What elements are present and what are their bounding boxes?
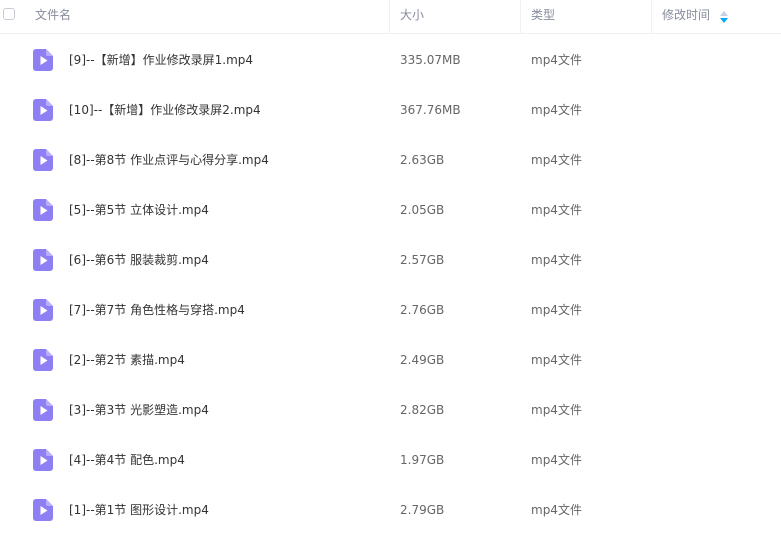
file-type: mp4文件	[531, 103, 582, 117]
file-type: mp4文件	[531, 353, 582, 367]
video-file-icon	[33, 449, 53, 471]
file-size: 2.76GB	[400, 303, 445, 317]
file-name[interactable]: [8]--第8节 作业点评与心得分享.mp4	[69, 135, 269, 185]
file-name[interactable]: [1]--第1节 图形设计.mp4	[69, 485, 209, 535]
file-row[interactable]: [3]--第3节 光影塑造.mp4 2.82GB mp4文件	[0, 385, 781, 435]
column-header-modified[interactable]: 修改时间	[662, 0, 710, 34]
sort-icon[interactable]	[720, 11, 728, 23]
file-size: 2.79GB	[400, 503, 445, 517]
file-type: mp4文件	[531, 153, 582, 167]
file-row[interactable]: [1]--第1节 图形设计.mp4 2.79GB mp4文件	[0, 485, 781, 535]
file-size: 367.76MB	[400, 103, 461, 117]
file-row[interactable]: [8]--第8节 作业点评与心得分享.mp4 2.63GB mp4文件	[0, 135, 781, 185]
file-name[interactable]: [3]--第3节 光影塑造.mp4	[69, 385, 209, 435]
file-type: mp4文件	[531, 53, 582, 67]
file-type: mp4文件	[531, 253, 582, 267]
list-header: 文件名 大小 类型 修改时间	[0, 0, 781, 34]
video-file-icon	[33, 49, 53, 71]
file-type: mp4文件	[531, 453, 582, 467]
video-file-icon	[33, 99, 53, 121]
file-name[interactable]: [9]--【新增】作业修改录屏1.mp4	[69, 35, 253, 85]
file-name[interactable]: [6]--第6节 服装裁剪.mp4	[69, 235, 209, 285]
video-file-icon	[33, 249, 53, 271]
column-divider	[389, 0, 390, 34]
file-size: 2.05GB	[400, 203, 445, 217]
file-size: 2.49GB	[400, 353, 445, 367]
file-size: 2.57GB	[400, 253, 445, 267]
file-row[interactable]: [10]--【新增】作业修改录屏2.mp4 367.76MB mp4文件	[0, 85, 781, 135]
file-name[interactable]: [10]--【新增】作业修改录屏2.mp4	[69, 85, 261, 135]
file-name[interactable]: [4]--第4节 配色.mp4	[69, 435, 185, 485]
video-file-icon	[33, 199, 53, 221]
file-row[interactable]: [4]--第4节 配色.mp4 1.97GB mp4文件	[0, 435, 781, 485]
video-file-icon	[33, 349, 53, 371]
file-type: mp4文件	[531, 303, 582, 317]
column-header-name[interactable]: 文件名	[35, 0, 71, 34]
file-size: 335.07MB	[400, 53, 461, 67]
file-row[interactable]: [5]--第5节 立体设计.mp4 2.05GB mp4文件	[0, 185, 781, 235]
file-row[interactable]: [2]--第2节 素描.mp4 2.49GB mp4文件	[0, 335, 781, 385]
file-list: 文件名 大小 类型 修改时间 [9]--【新增】作业修改录屏1.mp4 335.…	[0, 0, 781, 537]
file-type: mp4文件	[531, 403, 582, 417]
video-file-icon	[33, 149, 53, 171]
file-size: 2.82GB	[400, 403, 445, 417]
select-all-checkbox[interactable]	[3, 8, 15, 20]
file-type: mp4文件	[531, 503, 582, 517]
file-name[interactable]: [5]--第5节 立体设计.mp4	[69, 185, 209, 235]
column-header-size[interactable]: 大小	[400, 0, 424, 34]
file-size: 2.63GB	[400, 153, 445, 167]
column-divider	[651, 0, 652, 34]
file-row[interactable]: [9]--【新增】作业修改录屏1.mp4 335.07MB mp4文件	[0, 35, 781, 85]
column-divider	[520, 0, 521, 34]
column-header-type[interactable]: 类型	[531, 0, 555, 34]
file-row[interactable]: [7]--第7节 角色性格与穿搭.mp4 2.76GB mp4文件	[0, 285, 781, 335]
file-row[interactable]: [6]--第6节 服装裁剪.mp4 2.57GB mp4文件	[0, 235, 781, 285]
video-file-icon	[33, 499, 53, 521]
file-size: 1.97GB	[400, 453, 445, 467]
video-file-icon	[33, 299, 53, 321]
file-name[interactable]: [2]--第2节 素描.mp4	[69, 335, 185, 385]
file-type: mp4文件	[531, 203, 582, 217]
file-name[interactable]: [7]--第7节 角色性格与穿搭.mp4	[69, 285, 245, 335]
video-file-icon	[33, 399, 53, 421]
